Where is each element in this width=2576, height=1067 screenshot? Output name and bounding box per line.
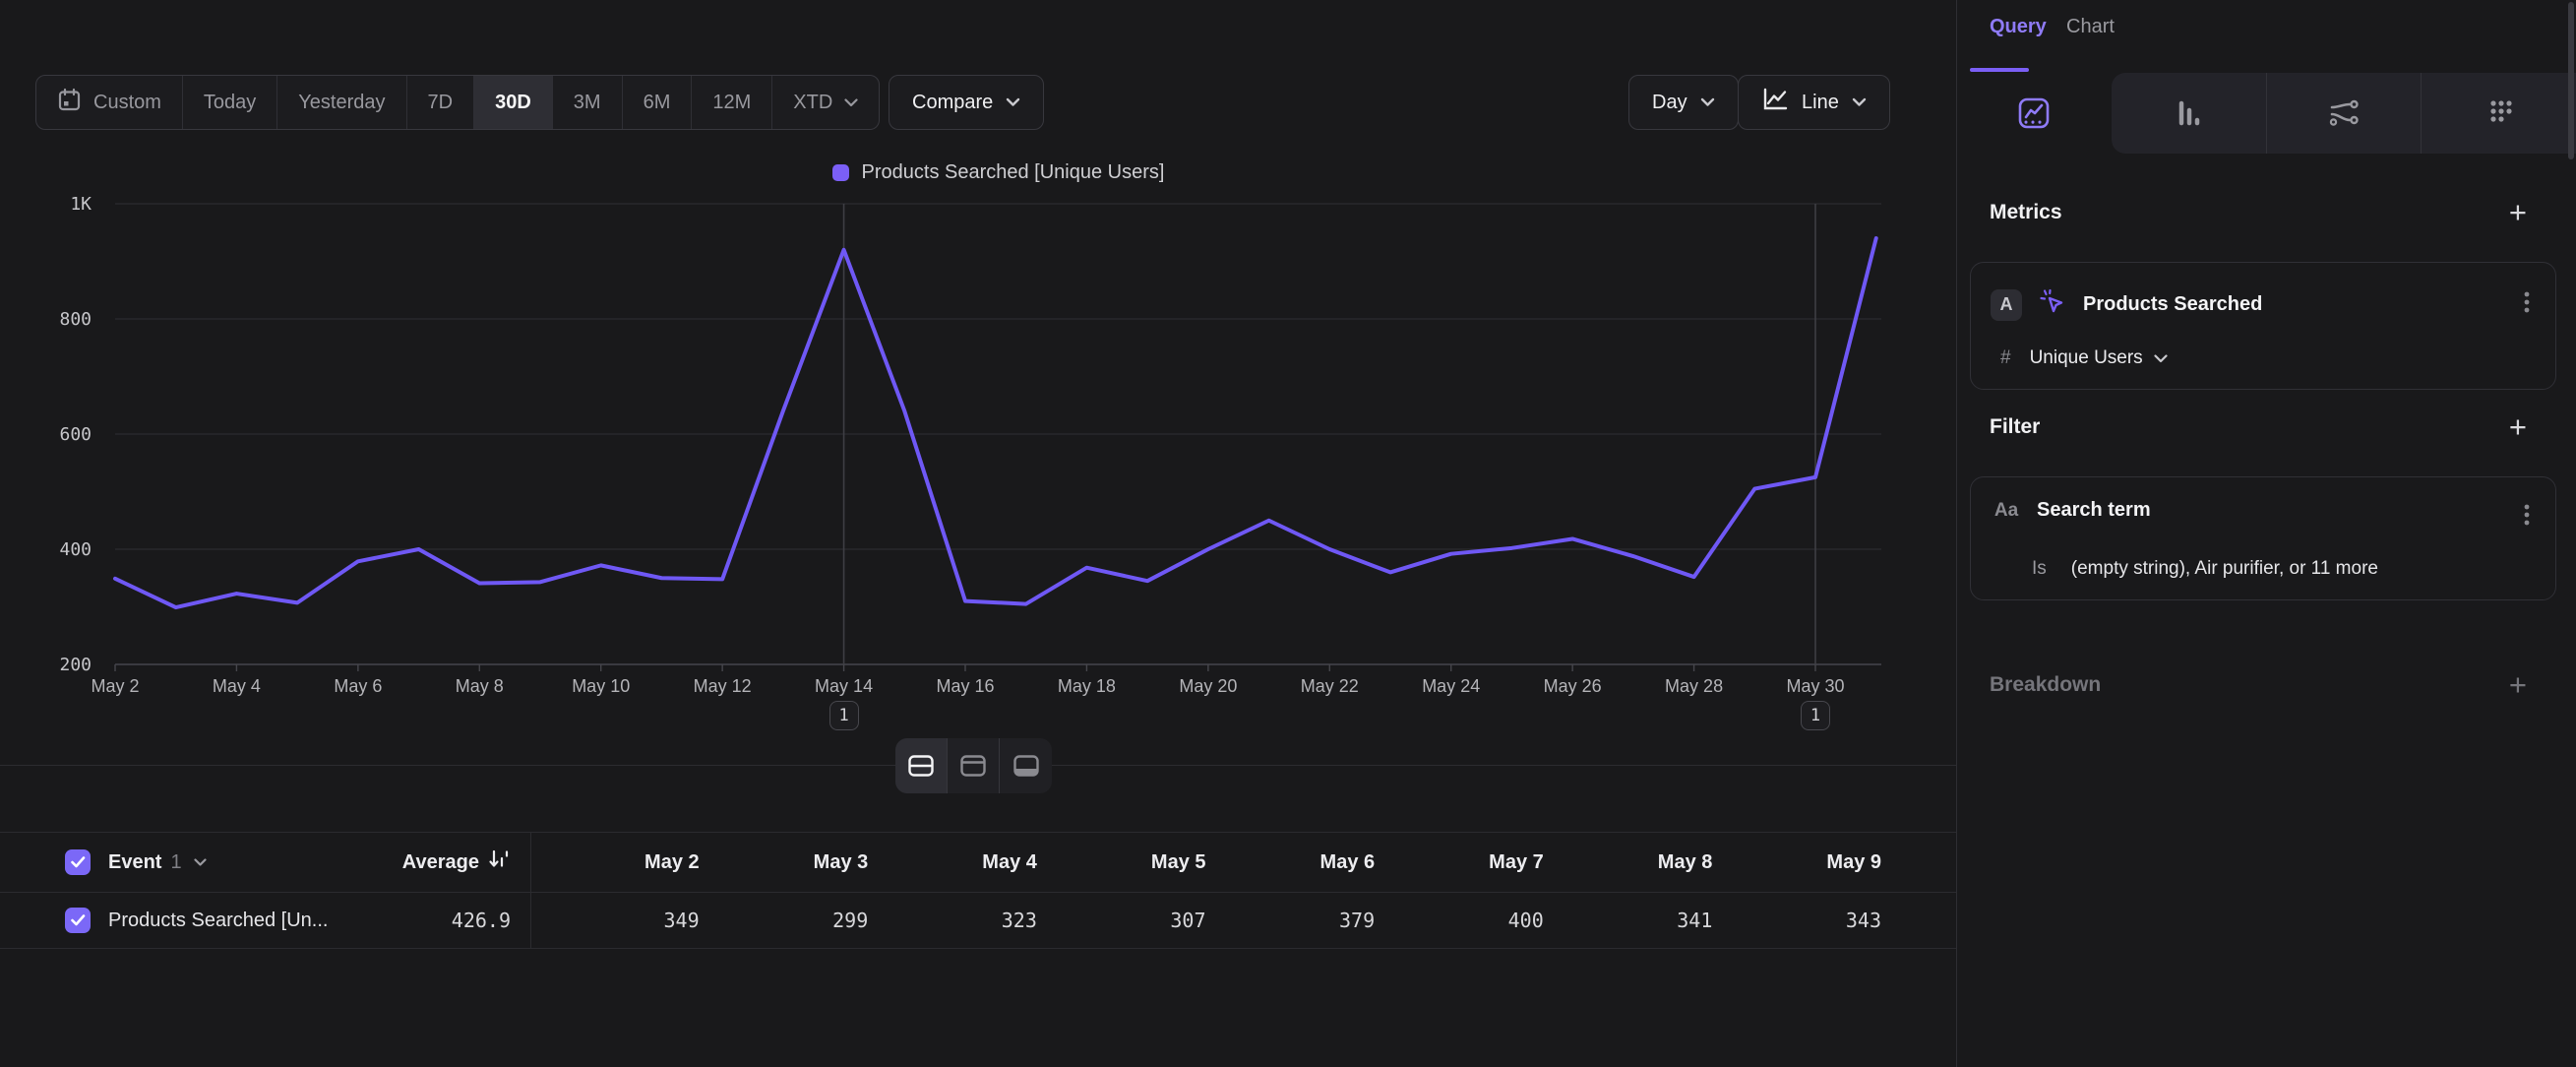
table-date-header[interactable]: May 6 bbox=[1206, 851, 1376, 874]
tab-query[interactable]: Query bbox=[1990, 16, 2047, 38]
row-event-name: Products Searched [Un... bbox=[108, 910, 328, 932]
flow-chart-view-tab[interactable] bbox=[2266, 73, 2422, 154]
tab-chart[interactable]: Chart bbox=[2066, 16, 2115, 38]
event-column-label: Event bbox=[108, 851, 161, 874]
results-table: Event 1 Average May 2May 3May 4May 5May … bbox=[0, 832, 1956, 949]
text-type-icon: Aa bbox=[1991, 500, 2022, 522]
kebab-menu-icon[interactable] bbox=[2514, 288, 2540, 321]
breakdown-section-title: Breakdown bbox=[1990, 673, 2101, 697]
table-date-headers: May 2May 3May 4May 5May 6May 7May 8May 9 bbox=[530, 851, 1956, 874]
svg-text:May 24: May 24 bbox=[1422, 676, 1480, 696]
measure-label: Unique Users bbox=[2030, 347, 2143, 369]
svg-text:May 10: May 10 bbox=[572, 676, 630, 696]
table-date-header[interactable]: May 3 bbox=[700, 851, 869, 874]
svg-text:May 16: May 16 bbox=[936, 676, 994, 696]
metric-letter-badge: A bbox=[1991, 289, 2022, 321]
event-count: 1 bbox=[170, 851, 181, 874]
line-chart-view-tab[interactable] bbox=[1957, 73, 2112, 154]
add-filter-button[interactable]: + bbox=[2509, 411, 2527, 442]
layout-switcher bbox=[895, 738, 1052, 793]
svg-text:May 12: May 12 bbox=[694, 676, 752, 696]
filter-card[interactable]: Aa Search term Is (empty string), Air pu… bbox=[1970, 476, 2556, 600]
table-date-header[interactable]: May 4 bbox=[868, 851, 1037, 874]
table-row-left: Products Searched [Un... 426.9 bbox=[0, 908, 530, 933]
row-average-value: 426.9 bbox=[452, 909, 511, 932]
average-column-label: Average bbox=[402, 851, 479, 874]
svg-text:May 8: May 8 bbox=[456, 676, 504, 696]
chevron-down-icon[interactable] bbox=[194, 858, 207, 867]
svg-text:May 22: May 22 bbox=[1301, 676, 1359, 696]
table-cell-value: 307 bbox=[1037, 909, 1206, 932]
table-cell-value: 379 bbox=[1206, 909, 1376, 932]
split-view-button[interactable] bbox=[895, 738, 948, 793]
table-date-header[interactable]: May 8 bbox=[1544, 851, 1713, 874]
table-date-header[interactable]: May 2 bbox=[530, 851, 700, 874]
panel-scrollbar[interactable] bbox=[2568, 2, 2574, 159]
number-type-icon: # bbox=[2000, 347, 2011, 369]
filter-operator[interactable]: Is bbox=[2032, 558, 2047, 580]
table-cell-value: 323 bbox=[868, 909, 1037, 932]
table-cell-value: 349 bbox=[530, 909, 700, 932]
svg-text:1K: 1K bbox=[70, 194, 92, 215]
bar-chart-view-tab[interactable] bbox=[2112, 73, 2266, 154]
active-tab-underline bbox=[1970, 68, 2029, 72]
table-date-header[interactable]: May 5 bbox=[1037, 851, 1206, 874]
svg-text:May 28: May 28 bbox=[1665, 676, 1723, 696]
table-cell-value: 341 bbox=[1544, 909, 1713, 932]
table-column-divider bbox=[530, 832, 531, 949]
top-panel-view-button[interactable] bbox=[948, 738, 1000, 793]
table-row-values: 349299323307379400341343 bbox=[530, 909, 1956, 932]
sort-icon[interactable] bbox=[487, 848, 511, 876]
bottom-panel-view-button[interactable] bbox=[1000, 738, 1052, 793]
svg-text:400: 400 bbox=[59, 539, 92, 560]
analytics-app: CustomTodayYesterday7D30D3M6M12MXTD Comp… bbox=[0, 0, 2576, 1067]
filter-section-title: Filter bbox=[1990, 415, 2040, 439]
query-panel: Query Chart Metrics + A bbox=[1957, 0, 2576, 1067]
event-checkbox[interactable] bbox=[65, 849, 91, 875]
annotation-badge[interactable]: 1 bbox=[829, 701, 859, 730]
table-header-left: Event 1 Average bbox=[0, 848, 530, 876]
svg-text:May 6: May 6 bbox=[334, 676, 382, 696]
add-breakdown-button[interactable]: + bbox=[2509, 669, 2527, 700]
measure-dropdown[interactable]: Unique Users bbox=[2030, 347, 2168, 369]
add-metric-button[interactable]: + bbox=[2509, 197, 2527, 227]
svg-text:May 4: May 4 bbox=[213, 676, 261, 696]
filter-value[interactable]: (empty string), Air purifier, or 11 more bbox=[2071, 558, 2378, 580]
metric-name: Products Searched bbox=[2083, 293, 2262, 316]
metric-card[interactable]: A Products Searched # Unique Users bbox=[1970, 262, 2556, 390]
svg-text:May 30: May 30 bbox=[1786, 676, 1844, 696]
svg-text:May 26: May 26 bbox=[1544, 676, 1602, 696]
view-type-tabs bbox=[1957, 73, 2576, 154]
table-date-header[interactable]: May 7 bbox=[1375, 851, 1544, 874]
table-row[interactable]: Products Searched [Un... 426.9 349299323… bbox=[0, 893, 1956, 949]
svg-text:200: 200 bbox=[59, 655, 92, 675]
annotation-badge[interactable]: 1 bbox=[1801, 701, 1830, 730]
main-area: CustomTodayYesterday7D30D3M6M12MXTD Comp… bbox=[0, 0, 1956, 1067]
svg-text:800: 800 bbox=[59, 309, 92, 330]
metrics-section-title: Metrics bbox=[1990, 201, 2062, 224]
dots-grid-view-tab[interactable] bbox=[2421, 73, 2576, 154]
table-cell-value: 343 bbox=[1712, 909, 1881, 932]
table-cell-value: 299 bbox=[700, 909, 869, 932]
svg-text:May 2: May 2 bbox=[91, 676, 139, 696]
svg-text:600: 600 bbox=[59, 424, 92, 445]
row-checkbox[interactable] bbox=[65, 908, 91, 933]
table-header-row: Event 1 Average May 2May 3May 4May 5May … bbox=[0, 832, 1956, 893]
chevron-down-icon bbox=[2154, 354, 2168, 363]
svg-text:May 18: May 18 bbox=[1058, 676, 1116, 696]
table-cell-value: 400 bbox=[1375, 909, 1544, 932]
svg-text:May 14: May 14 bbox=[815, 676, 873, 696]
svg-text:May 20: May 20 bbox=[1179, 676, 1237, 696]
event-cursor-icon bbox=[2037, 286, 2068, 323]
table-date-header[interactable]: May 9 bbox=[1712, 851, 1881, 874]
line-chart[interactable]: 200 400 600 800 1K May 2 May 4 May 6 May 8 May 10… bbox=[0, 0, 1956, 758]
kebab-menu-icon[interactable] bbox=[2514, 501, 2540, 534]
filter-property-name: Search term bbox=[2037, 499, 2151, 522]
